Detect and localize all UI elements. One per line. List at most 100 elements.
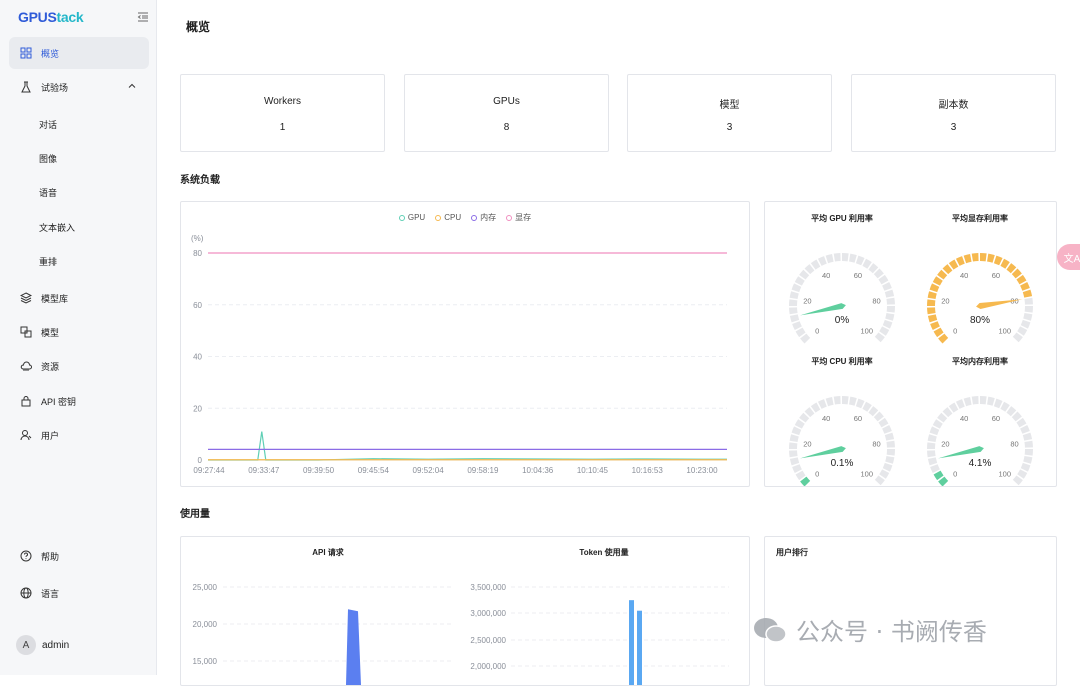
stat-card-models: 模型 3 [627, 74, 832, 152]
translate-icon[interactable]: 文A [1057, 244, 1080, 270]
gauge-segment [842, 396, 849, 405]
sidebar-item-label: 试验场 [41, 82, 69, 93]
gauge-segment [842, 253, 849, 262]
x-tick-label: 10:16:53 [632, 466, 664, 475]
x-tick-label: 10:23:00 [686, 466, 718, 475]
gauge-segment [791, 283, 802, 293]
gauge-tick-label: 0 [953, 470, 957, 479]
gauge-segment [980, 396, 987, 405]
sidebar-item-overview[interactable]: 概览 [9, 37, 149, 69]
cloud-icon [19, 359, 33, 373]
sidebar-item-language[interactable]: 语言 [9, 577, 149, 609]
gauge-segment [885, 456, 895, 464]
gauge-segment [1024, 449, 1033, 456]
x-tick-label: 09:33:47 [248, 466, 280, 475]
gauge-segment [886, 297, 895, 305]
y-tick-label: 25,000 [193, 583, 218, 592]
stat-value: 8 [503, 122, 510, 133]
gauge-value: 0% [835, 315, 850, 326]
sidebar: GPUStack 概览 试验场 对话 图像 语音 文本嵌入 重排 模型库 模型 [0, 0, 157, 675]
grid-icon [19, 46, 33, 60]
gauge-segment [789, 307, 798, 315]
sidebar-item-image[interactable]: 图像 [9, 144, 149, 172]
page-title: 概览 [186, 20, 211, 34]
user-menu[interactable]: A admin [16, 635, 69, 655]
usage-panel: API 请求 Token 使用量 25,000 20,000 15,000 3,500,0… [180, 536, 750, 686]
gauge-tick-label: 100 [998, 470, 1011, 479]
gauge: 平均显存利用率02040608010080% [927, 213, 1033, 344]
gauge-segment [855, 255, 865, 266]
gauge-segment [882, 424, 892, 434]
sidebar-item-model-catalog[interactable]: 模型库 [9, 282, 149, 314]
sidebar-item-label: 帮助 [41, 551, 60, 562]
token-chart-title: Token 使用量 [579, 547, 628, 557]
gauge-segment [789, 442, 798, 449]
sidebar-item-api-keys[interactable]: API 密钥 [9, 385, 149, 417]
sidebar-item-help[interactable]: 帮助 [9, 540, 149, 572]
stat-card-workers: Workers 1 [180, 74, 385, 152]
gauge-segment [882, 462, 893, 472]
sidebar-item-speech[interactable]: 语音 [9, 178, 149, 206]
gauge-segment [929, 426, 940, 436]
gauge-segment [1023, 456, 1033, 464]
gauge-segment [930, 321, 940, 331]
gauge-segment [789, 291, 799, 299]
gauge-segment [927, 291, 937, 299]
gauge-title: 平均 GPU 利用率 [811, 213, 873, 223]
gauge-segment [980, 253, 987, 262]
model-icon [19, 325, 33, 339]
collapse-sidebar-icon[interactable] [137, 10, 149, 22]
wechat-icon [754, 617, 787, 643]
sidebar-item-users[interactable]: 用户 [9, 419, 149, 451]
gauge-segment [929, 283, 940, 293]
sidebar-item-models[interactable]: 模型 [9, 316, 149, 348]
sidebar-item-label: 语言 [41, 588, 60, 599]
gauge-segment [1024, 440, 1033, 448]
sidebar-item-rerank[interactable]: 重排 [9, 247, 149, 275]
gauge-segment [789, 314, 800, 323]
gauge-segment [927, 450, 936, 458]
chevron-up-icon[interactable] [127, 81, 137, 91]
usage-title: 使用量 [180, 509, 210, 520]
system-load-chart: GPU CPU 内存 显存 (%) 0 20 40 60 80 09:27:44 09:33:47 0… [180, 201, 750, 487]
gauge-tick-label: 20 [803, 440, 811, 449]
x-tick-label: 09:39:50 [303, 466, 335, 475]
gauge-tick-label: 100 [860, 470, 873, 479]
gauge-segment [1020, 281, 1030, 291]
app-logo[interactable]: GPUStack [18, 9, 84, 25]
sidebar-item-chat[interactable]: 对话 [9, 110, 149, 138]
gauge-title: 平均显存利用率 [952, 213, 1008, 223]
gauge-value: 0.1% [831, 458, 854, 469]
gauge-tick-label: 80 [872, 440, 880, 449]
sidebar-item-playground[interactable]: 试验场 [9, 71, 149, 103]
gauge-tick-label: 0 [815, 470, 819, 479]
user-rank-title: 用户排行 [776, 548, 808, 557]
gauge-segment [955, 256, 965, 266]
x-tick-label: 09:27:44 [193, 466, 225, 475]
gauge-segment [930, 464, 940, 474]
sidebar-item-resources[interactable]: 资源 [9, 350, 149, 382]
gauge-segment [849, 396, 857, 406]
gauge-value: 80% [970, 315, 990, 326]
gauge-tick-label: 60 [992, 271, 1000, 280]
gauges-panel: 平均 GPU 利用率 0 20 40 60 80 100 0% 平均显存利用率 0 20 40 60 80… [764, 201, 1057, 487]
y-tick-label: 0 [198, 456, 203, 465]
gauge-segment [955, 399, 965, 409]
stat-card-gpus: GPUs 8 [404, 74, 609, 152]
sidebar-item-label: 概览 [41, 48, 60, 59]
gauge-segment [855, 398, 865, 409]
stat-label: 副本数 [938, 100, 969, 111]
gauge-segment [882, 319, 893, 329]
gauge-segment [927, 442, 936, 449]
gauge-segment [971, 253, 979, 262]
stat-label: GPUs [493, 96, 520, 107]
gauge-segment [1023, 313, 1033, 321]
x-tick-label: 10:04:36 [522, 466, 554, 475]
gauge-tick-label: 20 [941, 297, 949, 306]
gauge-segment [987, 253, 995, 263]
sidebar-item-label: 模型库 [41, 293, 69, 304]
token-bar [637, 610, 642, 685]
y-tick-label: 40 [193, 353, 202, 362]
gauge: 平均内存利用率 0 20 40 60 80 100 4.1% [927, 356, 1033, 486]
sidebar-item-embedding[interactable]: 文本嵌入 [9, 213, 149, 241]
